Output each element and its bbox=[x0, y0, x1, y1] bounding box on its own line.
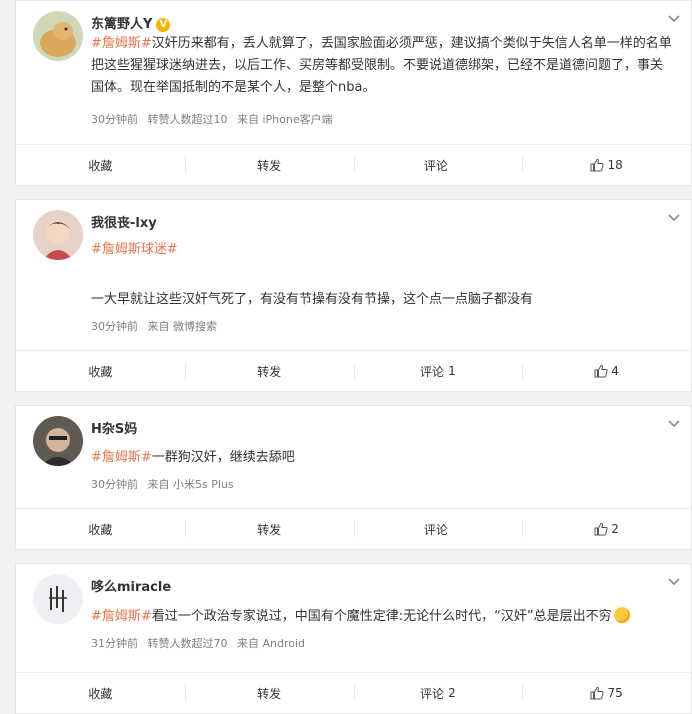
post-content: 一大早就让这些汉奸气死了，有没有节操有没有节操，这个点一点脑子都没有 bbox=[91, 289, 675, 311]
like-button[interactable]: 75 bbox=[522, 673, 691, 713]
post-text: 一大早就让这些汉奸气死了，有没有节操有没有节操，这个点一点脑子都没有 bbox=[91, 292, 534, 307]
weibo-post: 哆么miracle #詹姆斯#看过一个政治专家说过，中国有个魔性定律:无论什么时… bbox=[15, 563, 692, 714]
post-time[interactable]: 31分钟前 bbox=[91, 637, 138, 650]
post-topic-line: #詹姆斯球迷# bbox=[91, 239, 675, 261]
chevron-down-icon[interactable] bbox=[667, 416, 681, 430]
action-bar: 收藏 转发 评论 2 bbox=[16, 508, 691, 549]
avatar[interactable] bbox=[33, 416, 83, 466]
post-meta: 30分钟前 来自 小米5s Plus bbox=[91, 476, 240, 492]
post-text: 一群狗汉奸，继续去舔吧 bbox=[151, 450, 295, 465]
repost-info: 转赞人数超过10 bbox=[147, 113, 228, 126]
comment-button[interactable]: 评论 1 bbox=[353, 351, 523, 391]
favorite-button[interactable]: 收藏 bbox=[16, 351, 185, 391]
verified-icon: V bbox=[156, 17, 171, 32]
thumbs-up-icon bbox=[590, 158, 605, 172]
post-meta: 31分钟前 转赞人数超过70 来自 Android bbox=[91, 635, 311, 651]
thumbs-up-icon bbox=[590, 686, 605, 700]
username[interactable]: 哆么miracle bbox=[91, 576, 171, 595]
action-bar: 收藏 转发 评论 1 4 bbox=[16, 350, 691, 391]
avatar[interactable] bbox=[33, 11, 83, 61]
repost-button[interactable]: 转发 bbox=[184, 351, 354, 391]
comment-button[interactable]: 评论 2 bbox=[353, 673, 523, 713]
repost-button[interactable]: 转发 bbox=[184, 673, 354, 713]
post-source[interactable]: 来自 Android bbox=[237, 637, 305, 650]
post-content: #詹姆斯#汉奸历来都有，丢人就算了，丢国家脸面必须严惩，建议搞个类似于失信人名单… bbox=[91, 33, 675, 99]
post-time[interactable]: 30分钟前 bbox=[91, 478, 138, 491]
topic-link[interactable]: #詹姆斯# bbox=[91, 450, 152, 465]
repost-button[interactable]: 转发 bbox=[184, 509, 354, 549]
repost-button[interactable]: 转发 bbox=[184, 145, 354, 185]
comment-button[interactable]: 评论 bbox=[353, 145, 523, 185]
weibo-post: 东篱野人Y V #詹姆斯#汉奸历来都有，丢人就算了，丢国家脸面必须严惩，建议搞个类… bbox=[15, 0, 692, 186]
thumbs-up-icon bbox=[594, 522, 608, 536]
favorite-button[interactable]: 收藏 bbox=[16, 509, 185, 549]
avatar[interactable] bbox=[33, 210, 83, 260]
like-count: 75 bbox=[607, 686, 623, 700]
post-source[interactable]: 来自 微博搜索 bbox=[148, 320, 218, 333]
avatar[interactable] bbox=[33, 574, 83, 624]
username[interactable]: H杂S妈 bbox=[91, 418, 137, 437]
post-time[interactable]: 30分钟前 bbox=[91, 320, 138, 333]
post-content: #詹姆斯#看过一个政治专家说过，中国有个魔性定律:无论什么时代，“汉奸”总是层出… bbox=[91, 606, 675, 628]
post-source[interactable]: 来自 小米5s Plus bbox=[148, 478, 234, 491]
post-time[interactable]: 30分钟前 bbox=[91, 113, 138, 126]
like-count: 2 bbox=[611, 522, 619, 536]
emoji-icon bbox=[613, 607, 630, 623]
like-button[interactable]: 2 bbox=[522, 509, 691, 549]
topic-link[interactable]: #詹姆斯# bbox=[91, 609, 152, 624]
favorite-button[interactable]: 收藏 bbox=[16, 145, 185, 185]
favorite-button[interactable]: 收藏 bbox=[16, 673, 185, 713]
like-count: 4 bbox=[611, 364, 619, 378]
topic-link[interactable]: #詹姆斯球迷# bbox=[91, 242, 178, 257]
weibo-post: 我很丧-lxy #詹姆斯球迷# 一大早就让这些汉奸气死了，有没有节操有没有节操，… bbox=[15, 199, 692, 392]
post-meta: 30分钟前 转赞人数超过10 来自 iPhone客户端 bbox=[91, 111, 339, 127]
chevron-down-icon[interactable] bbox=[667, 210, 681, 224]
post-content: #詹姆斯#一群狗汉奸，继续去舔吧 bbox=[91, 447, 675, 469]
post-meta: 30分钟前 来自 微博搜索 bbox=[91, 318, 223, 334]
post-source[interactable]: 来自 iPhone客户端 bbox=[237, 113, 333, 126]
post-text: 看过一个政治专家说过，中国有个魔性定律:无论什么时代，“汉奸”总是层出不穷 bbox=[151, 609, 612, 624]
action-bar: 收藏 转发 评论 2 75 bbox=[16, 672, 691, 713]
weibo-post: H杂S妈 #詹姆斯#一群狗汉奸，继续去舔吧 30分钟前 来自 小米5s Plus… bbox=[15, 405, 692, 550]
comment-button[interactable]: 评论 bbox=[353, 509, 523, 549]
action-bar: 收藏 转发 评论 18 bbox=[16, 144, 691, 185]
username[interactable]: 东篱野人Y V bbox=[91, 13, 171, 32]
thumbs-up-icon bbox=[594, 364, 608, 378]
like-button[interactable]: 18 bbox=[522, 145, 691, 185]
username[interactable]: 我很丧-lxy bbox=[91, 212, 157, 231]
chevron-down-icon[interactable] bbox=[667, 574, 681, 588]
chevron-down-icon[interactable] bbox=[667, 11, 681, 25]
like-count: 18 bbox=[607, 158, 623, 172]
repost-info: 转赞人数超过70 bbox=[147, 637, 228, 650]
topic-link[interactable]: #詹姆斯# bbox=[91, 36, 152, 51]
post-text: 汉奸历来都有，丢人就算了，丢国家脸面必须严惩，建议搞个类似于失信人名单一样的名单… bbox=[91, 36, 672, 95]
like-button[interactable]: 4 bbox=[522, 351, 691, 391]
